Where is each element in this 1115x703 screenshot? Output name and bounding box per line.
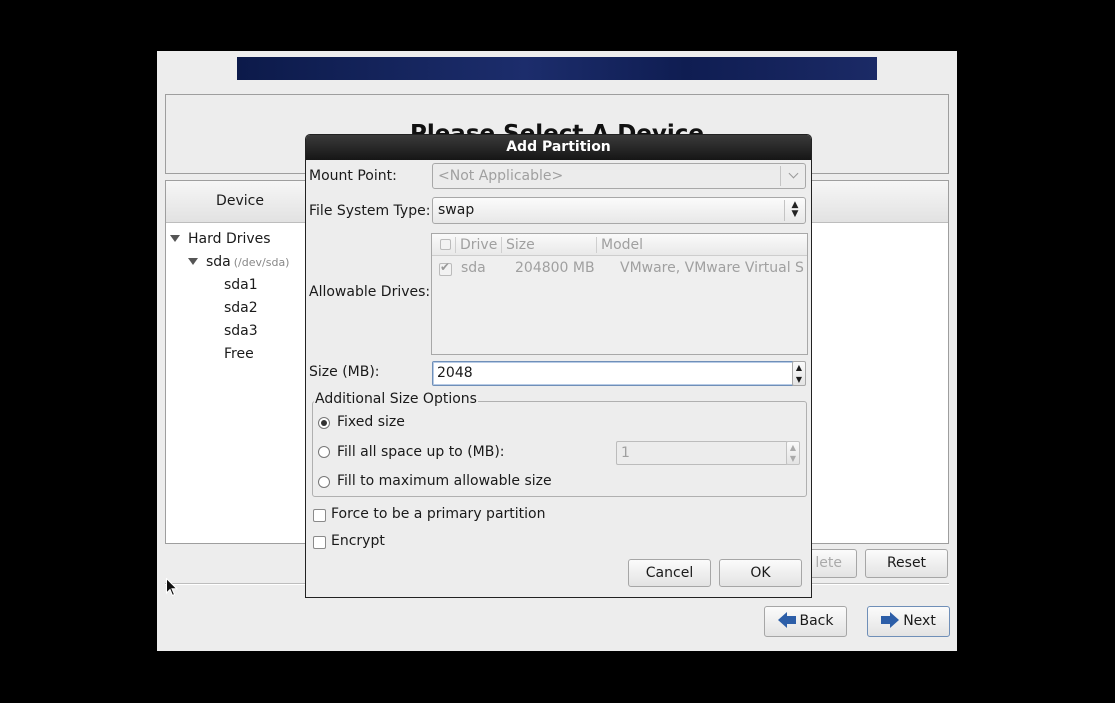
tree-item-sda3[interactable]: sda3 bbox=[224, 323, 258, 339]
fill-up-to-value: 1 bbox=[621, 445, 630, 461]
tree-item-sda1[interactable]: sda1 bbox=[224, 277, 258, 293]
encrypt-label[interactable]: Encrypt bbox=[331, 533, 385, 549]
chevron-down-icon bbox=[788, 168, 799, 179]
device-column-label: Device bbox=[216, 193, 264, 209]
spin-up-icon[interactable]: ▲ bbox=[787, 442, 799, 453]
drive-checkbox[interactable]: ✔ bbox=[439, 260, 452, 276]
drive-name: sda bbox=[461, 260, 486, 276]
column-separator bbox=[455, 237, 456, 253]
tree-item-free[interactable]: Free bbox=[224, 346, 254, 362]
arrow-right-icon-tail bbox=[881, 616, 891, 624]
fill-up-to-spinner[interactable]: ▲ ▼ bbox=[786, 441, 800, 465]
fs-type-label: File System Type: bbox=[309, 203, 431, 219]
mount-point-combo[interactable]: <Not Applicable> bbox=[432, 163, 806, 189]
arrow-right-icon bbox=[890, 612, 900, 628]
reset-button[interactable]: Reset bbox=[865, 549, 948, 578]
delete-button-label: lete bbox=[815, 555, 842, 571]
next-button-label: Next bbox=[903, 613, 936, 629]
fill-up-to-input[interactable]: 1 bbox=[616, 441, 788, 465]
combo-separator bbox=[784, 200, 785, 221]
size-value: 2048 bbox=[437, 365, 473, 381]
back-button-label: Back bbox=[799, 613, 834, 629]
force-primary-label[interactable]: Force to be a primary partition bbox=[331, 506, 545, 522]
column-drive[interactable]: Drive bbox=[460, 237, 497, 253]
spin-down-icon[interactable]: ▼ bbox=[793, 374, 805, 386]
size-spinner[interactable]: ▲ ▼ bbox=[792, 361, 806, 386]
mount-point-label: Mount Point: bbox=[309, 168, 397, 184]
fill-up-to-label[interactable]: Fill all space up to (MB): bbox=[337, 444, 505, 460]
size-label: Size (MB): bbox=[309, 364, 380, 380]
allowable-drives-label: Allowable Drives: bbox=[309, 284, 431, 300]
spin-up-icon[interactable]: ▲ bbox=[793, 362, 805, 374]
tree-item-path: (/dev/sda) bbox=[233, 256, 290, 269]
fill-max-radio[interactable] bbox=[318, 476, 330, 488]
tree-item-sda[interactable]: sda (/dev/sda) bbox=[188, 254, 289, 270]
back-button[interactable]: Back bbox=[764, 606, 847, 637]
select-all-checkbox[interactable] bbox=[440, 239, 451, 250]
updown-arrows-icon: ▲ ▼ bbox=[791, 200, 799, 219]
mount-point-value: <Not Applicable> bbox=[438, 168, 564, 184]
tree-item-label: Hard Drives bbox=[188, 231, 271, 247]
tree-item-hard-drives[interactable]: Hard Drives bbox=[170, 231, 271, 247]
force-primary-checkbox[interactable] bbox=[313, 509, 326, 522]
column-model[interactable]: Model bbox=[601, 237, 643, 253]
ok-button[interactable]: OK bbox=[719, 559, 802, 587]
dialog-title: Add Partition bbox=[306, 135, 811, 160]
allowable-drives-list[interactable]: Drive Size Model ✔ sda 204800 MB VMware,… bbox=[431, 233, 808, 355]
triangle-down-icon[interactable] bbox=[170, 235, 180, 242]
tree-item-label: sda bbox=[206, 254, 231, 270]
triangle-down-icon[interactable] bbox=[188, 258, 198, 265]
tree-item-sda2[interactable]: sda2 bbox=[224, 300, 258, 316]
column-separator bbox=[501, 237, 502, 253]
spin-down-icon[interactable]: ▼ bbox=[787, 453, 799, 464]
column-separator bbox=[596, 237, 597, 253]
encrypt-checkbox[interactable] bbox=[313, 536, 326, 549]
drive-size: 204800 MB bbox=[515, 260, 595, 276]
size-input[interactable]: 2048 bbox=[432, 361, 794, 386]
ok-button-label: OK bbox=[750, 565, 771, 581]
drives-list-header: Drive Size Model bbox=[432, 234, 807, 256]
next-button[interactable]: Next bbox=[867, 606, 950, 637]
mouse-pointer-icon bbox=[166, 578, 178, 597]
cancel-button-label: Cancel bbox=[645, 565, 694, 581]
add-partition-dialog: Add Partition Mount Point: <Not Applicab… bbox=[305, 134, 812, 598]
installer-banner bbox=[237, 57, 877, 80]
fill-up-to-radio[interactable] bbox=[318, 446, 330, 458]
combo-separator bbox=[780, 166, 781, 186]
drive-model: VMware, VMware Virtual S bbox=[620, 260, 804, 276]
radio-dot bbox=[321, 420, 327, 426]
fill-max-label[interactable]: Fill to maximum allowable size bbox=[337, 473, 552, 489]
fs-type-value: swap bbox=[438, 202, 475, 218]
cancel-button[interactable]: Cancel bbox=[628, 559, 711, 587]
fs-type-combo[interactable]: swap ▲ ▼ bbox=[432, 197, 806, 224]
column-size[interactable]: Size bbox=[506, 237, 535, 253]
size-options-legend: Additional Size Options bbox=[314, 391, 478, 407]
arrow-left-icon-tail bbox=[786, 616, 796, 624]
arrow-left-icon bbox=[777, 612, 787, 628]
fixed-size-radio[interactable] bbox=[318, 417, 330, 429]
reset-button-label: Reset bbox=[886, 555, 927, 571]
fixed-size-label[interactable]: Fixed size bbox=[337, 414, 405, 430]
